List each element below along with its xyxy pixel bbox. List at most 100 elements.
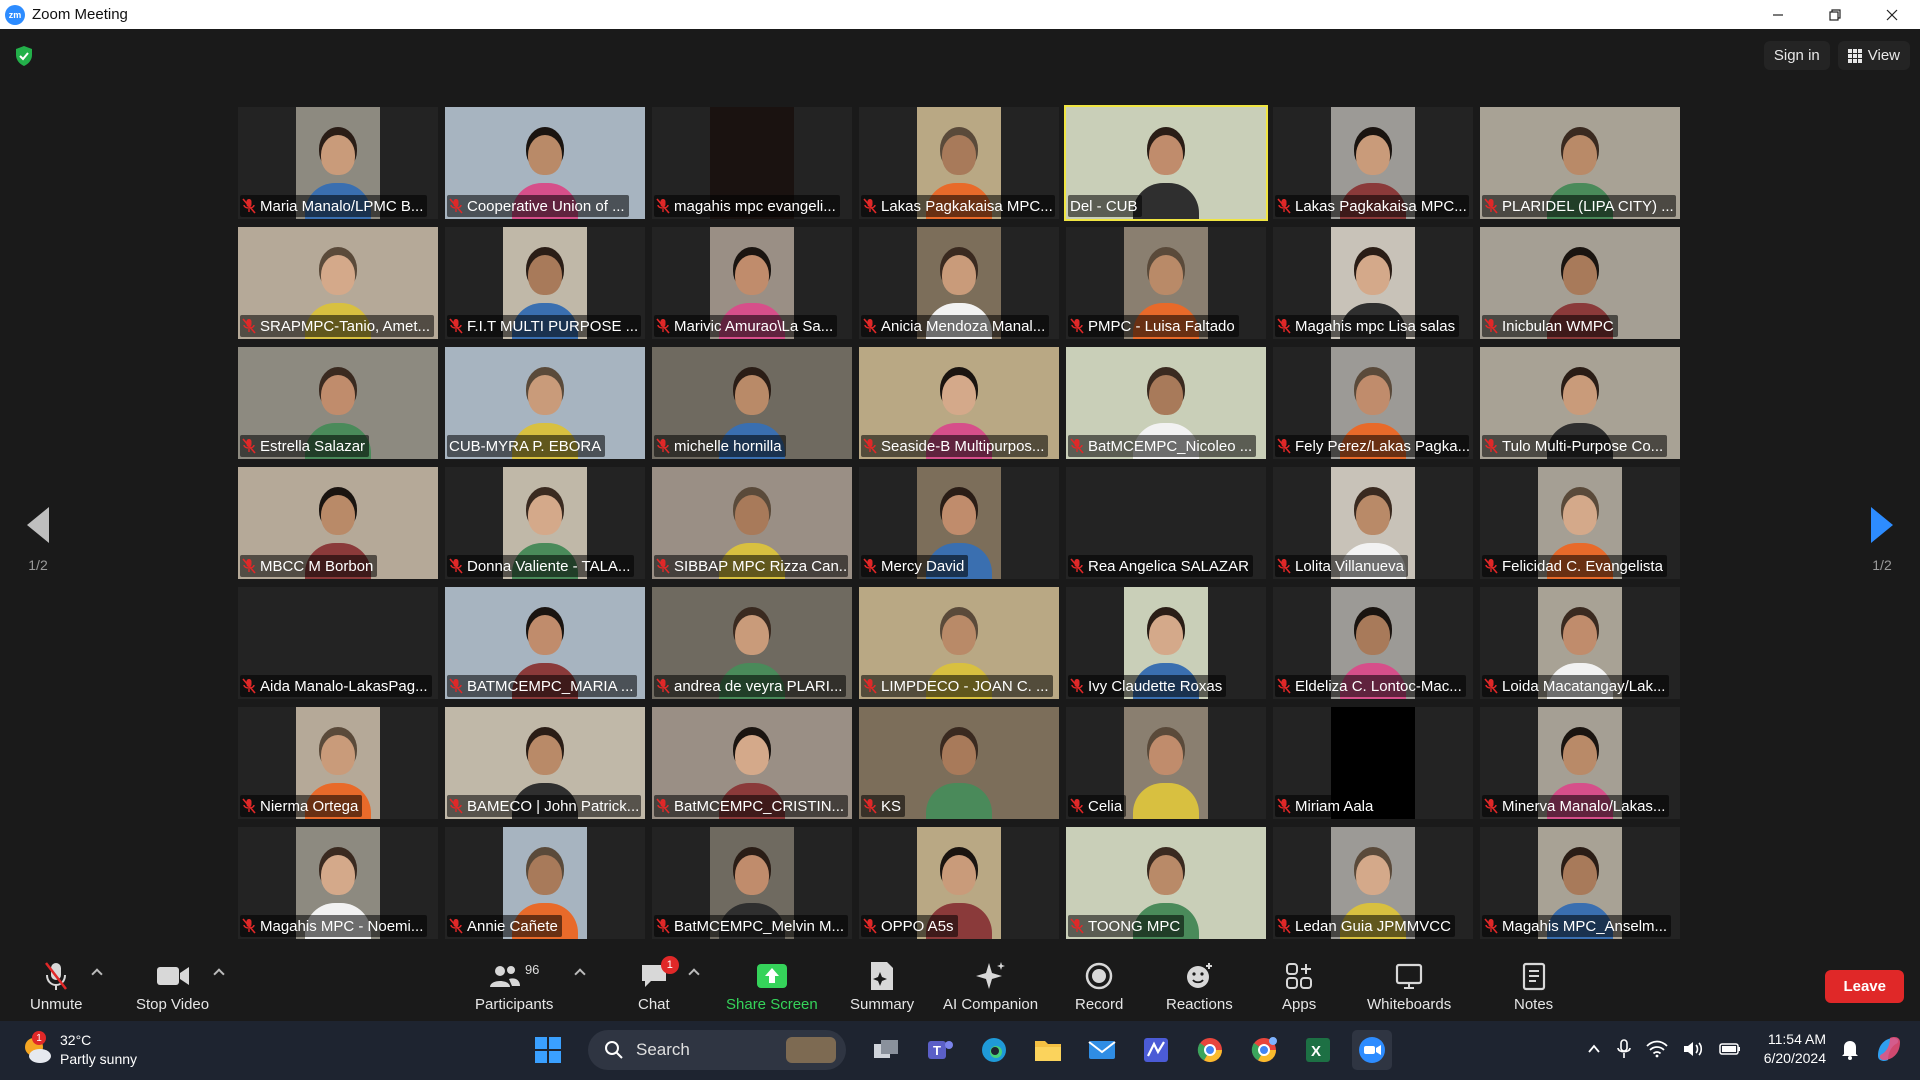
participant-tile[interactable]: Rea Angelica SALAZAR	[1066, 467, 1266, 579]
copilot-icon[interactable]	[1874, 1034, 1904, 1064]
edge-browser-icon[interactable]	[974, 1030, 1014, 1070]
participant-tile[interactable]: Ivy Claudette Roxas	[1066, 587, 1266, 699]
apps-button[interactable]: Apps	[1282, 960, 1316, 1013]
restore-button[interactable]	[1806, 0, 1863, 29]
participant-tile[interactable]: F.I.T MULTI PURPOSE ...	[445, 227, 645, 339]
participant-tile[interactable]: Anicia Mendoza Manal...	[859, 227, 1059, 339]
audio-options-caret-icon[interactable]	[91, 968, 103, 980]
chrome-profile-icon[interactable]	[1244, 1030, 1284, 1070]
participant-tile[interactable]: Nierma Ortega	[238, 707, 438, 819]
video-options-caret-icon[interactable]	[213, 968, 225, 980]
participant-tile[interactable]: Mercy David	[859, 467, 1059, 579]
participant-tile[interactable]: BAMECO | John Patrick...	[445, 707, 645, 819]
view-button[interactable]: View	[1837, 41, 1910, 70]
participant-tile[interactable]: Loida Macatangay/Lak...	[1480, 587, 1680, 699]
participant-tile[interactable]: andrea de veyra PLARI...	[652, 587, 852, 699]
participant-tile[interactable]: TOONG MPC	[1066, 827, 1266, 939]
notification-bell-icon[interactable]	[1840, 1038, 1860, 1060]
reactions-button[interactable]: Reactions	[1166, 960, 1233, 1013]
participant-tile[interactable]: BatMCEMPC_Nicoleo ...	[1066, 347, 1266, 459]
participant-tile[interactable]: LIMPDECO - JOAN C. ...	[859, 587, 1059, 699]
zoom-taskbar-icon[interactable]	[1352, 1030, 1392, 1070]
participant-tile[interactable]: Marivic Amurao\La Sa...	[652, 227, 852, 339]
participant-name-label: MBCC M Borbon	[240, 555, 378, 577]
sign-in-button[interactable]: Sign in	[1763, 41, 1830, 70]
participant-tile[interactable]: CUB-MYRA P. EBORA	[445, 347, 645, 459]
pen-app-icon[interactable]	[1136, 1030, 1176, 1070]
participant-tile[interactable]: OPPO A5s	[859, 827, 1059, 939]
close-button[interactable]	[1863, 0, 1920, 29]
stop-video-button[interactable]: Stop Video	[136, 960, 209, 1013]
minimize-button[interactable]	[1749, 0, 1806, 29]
participant-tile[interactable]: Aida Manalo-LakasPag...	[238, 587, 438, 699]
teams-icon[interactable]: T	[920, 1030, 960, 1070]
meeting-toolbar: Unmute Stop Video 96 Participants 1 Chat…	[0, 954, 1920, 1021]
participant-tile[interactable]: magahis mpc evangeli...	[652, 107, 852, 219]
wifi-icon[interactable]	[1646, 1040, 1668, 1058]
whiteboards-button[interactable]: Whiteboards	[1367, 960, 1451, 1013]
participant-tile[interactable]: Donna Valiente - TALA...	[445, 467, 645, 579]
participant-tile[interactable]: michelle hornilla	[652, 347, 852, 459]
participant-tile[interactable]: Seaside-B Multipurpos...	[859, 347, 1059, 459]
participant-name: Inicbulan WMPC	[1502, 317, 1614, 335]
participant-tile[interactable]: Eldeliza C. Lontoc-Mac...	[1273, 587, 1473, 699]
summary-button[interactable]: Summary	[850, 960, 914, 1013]
excel-icon[interactable]: X	[1298, 1030, 1338, 1070]
participant-tile[interactable]: Miriam Aala	[1273, 707, 1473, 819]
participant-tile[interactable]: SRAPMPC-Tanio, Amet...	[238, 227, 438, 339]
participant-name-label: F.I.T MULTI PURPOSE ...	[447, 315, 641, 337]
notes-button[interactable]: Notes	[1514, 960, 1553, 1013]
encryption-shield-icon[interactable]	[14, 45, 34, 67]
taskbar-search-box[interactable]: Search	[588, 1030, 846, 1070]
participant-tile[interactable]: PMPC - Luisa Faltado	[1066, 227, 1266, 339]
participants-button[interactable]: 96 Participants	[475, 960, 553, 1013]
participant-tile[interactable]: Tulo Multi-Purpose Co...	[1480, 347, 1680, 459]
chat-button[interactable]: 1 Chat	[638, 956, 679, 1013]
participant-tile[interactable]: Lakas Pagkakaisa MPC...	[1273, 107, 1473, 219]
leave-button[interactable]: Leave	[1825, 970, 1904, 1003]
participant-tile[interactable]: Fely Perez/Lakas Pagka...	[1273, 347, 1473, 459]
mail-icon[interactable]	[1082, 1030, 1122, 1070]
participant-tile[interactable]: Celia	[1066, 707, 1266, 819]
participant-tile[interactable]: Magahis mpc Lisa salas	[1273, 227, 1473, 339]
participant-tile[interactable]: Lolita Villanueva	[1273, 467, 1473, 579]
previous-page-button[interactable]: 1/2	[8, 507, 68, 573]
record-button[interactable]: Record	[1075, 960, 1123, 1013]
participant-tile[interactable]: Maria Manalo/LPMC B...	[238, 107, 438, 219]
participant-tile[interactable]: Felicidad C. Evangelista	[1480, 467, 1680, 579]
microphone-icon[interactable]	[1616, 1038, 1632, 1060]
participant-tile[interactable]: Del - CUB	[1064, 105, 1268, 221]
volume-icon[interactable]	[1682, 1040, 1704, 1058]
share-screen-button[interactable]: Share Screen	[726, 960, 818, 1013]
chrome-icon[interactable]	[1190, 1030, 1230, 1070]
participant-tile[interactable]: MBCC M Borbon	[238, 467, 438, 579]
next-page-button[interactable]: 1/2	[1852, 507, 1912, 573]
participant-tile[interactable]: Cooperative Union of ...	[445, 107, 645, 219]
task-view-icon[interactable]	[866, 1030, 906, 1070]
weather-widget[interactable]: 1 32°C Partly sunny	[22, 1031, 137, 1069]
participant-tile[interactable]: Inicbulan WMPC	[1480, 227, 1680, 339]
participant-tile[interactable]: Lakas Pagkakaisa MPC...	[859, 107, 1059, 219]
chat-caret-icon[interactable]	[688, 968, 700, 980]
participant-tile[interactable]: Ledan Guia JPMMVCC	[1273, 827, 1473, 939]
participant-tile[interactable]: Minerva Manalo/Lakas...	[1480, 707, 1680, 819]
participant-tile[interactable]: Magahis MPC_Anselm...	[1480, 827, 1680, 939]
file-explorer-icon[interactable]	[1028, 1030, 1068, 1070]
participant-tile[interactable]: SIBBAP MPC Rizza Can...	[652, 467, 852, 579]
participant-tile[interactable]: Estrella Salazar	[238, 347, 438, 459]
participant-tile[interactable]: BatMCEMPC_Melvin M...	[652, 827, 852, 939]
participant-tile[interactable]: PLARIDEL (LIPA CITY) ...	[1480, 107, 1680, 219]
participant-tile[interactable]: BatMCEMPC_CRISTIN...	[652, 707, 852, 819]
participant-tile[interactable]: BATMCEMPC_MARIA ...	[445, 587, 645, 699]
ai-companion-button[interactable]: AI Companion	[943, 960, 1038, 1013]
chevron-up-icon[interactable]	[1586, 1041, 1602, 1057]
participants-caret-icon[interactable]	[574, 968, 586, 980]
participant-tile[interactable]: KS	[859, 707, 1059, 819]
start-button[interactable]	[528, 1030, 568, 1070]
participant-tile[interactable]: Magahis MPC - Noemi...	[238, 827, 438, 939]
battery-icon[interactable]	[1718, 1041, 1742, 1057]
participant-name-label: BatMCEMPC_CRISTIN...	[654, 795, 848, 817]
unmute-button[interactable]: Unmute	[30, 960, 83, 1013]
participant-tile[interactable]: Annie Cañete	[445, 827, 645, 939]
system-clock[interactable]: 11:54 AM 6/20/2024	[1764, 1030, 1826, 1068]
